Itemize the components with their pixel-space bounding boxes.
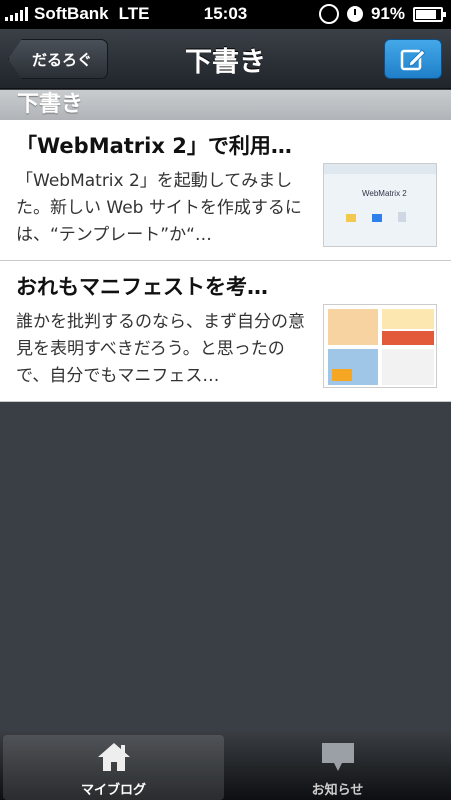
tab-label: マイブログ	[80, 783, 146, 798]
compose-icon	[400, 49, 426, 71]
navigation-bar: だるろぐ 下書き	[0, 29, 451, 89]
draft-excerpt: 誰かを批判するのなら、まず自分の意見を表明すべきだろう。と思ったので、自分でもマ…	[16, 312, 305, 386]
compose-button[interactable]	[384, 39, 442, 79]
status-bar: SoftBank LTE 15:03 91%	[0, 0, 451, 29]
draft-thumbnail	[323, 304, 437, 388]
tab-my-blog[interactable]: マイブログ	[3, 735, 224, 800]
section-header: 下書き	[0, 90, 451, 120]
alarm-icon	[346, 6, 363, 22]
list-item[interactable]: おれもマニフェストを考… 誰かを批判するのなら、まず自分の意見を表明すべきだろう…	[0, 261, 451, 402]
battery-percent: 91%	[370, 4, 405, 23]
tab-notifications[interactable]: お知らせ	[227, 735, 448, 800]
tab-label: お知らせ	[311, 783, 364, 798]
thumbnail-caption: WebMatrix 2	[362, 189, 407, 198]
battery-icon	[413, 6, 446, 22]
draft-title: 「WebMatrix 2」で利用…	[16, 134, 292, 158]
home-icon	[97, 743, 130, 771]
list-item[interactable]: 「WebMatrix 2」で利用… 「WebMatrix 2」を起動してみました…	[0, 120, 451, 261]
draft-excerpt: 「WebMatrix 2」を起動してみました。新しい Web サイトを作成するに…	[16, 171, 302, 245]
draft-list: 「WebMatrix 2」で利用… 「WebMatrix 2」を起動してみました…	[0, 120, 451, 402]
draft-thumbnail: WebMatrix 2	[323, 163, 437, 247]
tab-bar: マイブログ お知らせ	[0, 731, 451, 800]
draft-title: おれもマニフェストを考…	[16, 275, 268, 299]
speech-bubble-icon	[321, 743, 354, 771]
rotation-lock-icon	[318, 4, 339, 24]
